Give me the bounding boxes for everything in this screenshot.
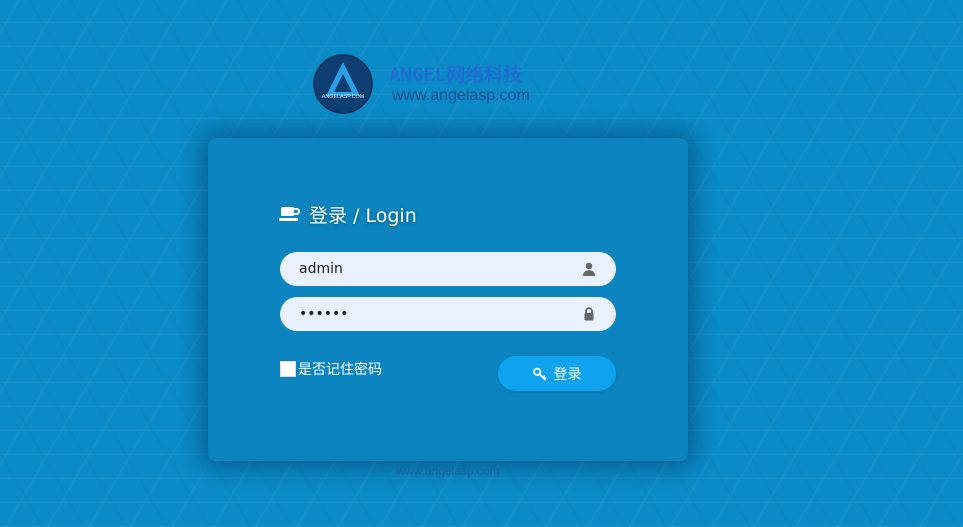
brand-title: ANGEL网络科技 — [389, 64, 523, 86]
remember-label: 是否记住密码 — [298, 362, 382, 378]
lock-icon — [584, 307, 594, 321]
angel-logo-icon: ANGELASP.COM — [313, 54, 373, 114]
key-icon — [532, 367, 547, 381]
username-field — [280, 252, 616, 286]
user-icon — [583, 262, 595, 276]
remember-password[interactable]: 是否记住密码 — [280, 359, 382, 379]
login-heading: 登录 / Login — [279, 202, 417, 227]
login-panel: 登录 / Login 是否记住密码 登录 — [208, 138, 688, 461]
brand-url: www.angelasp.com — [392, 87, 530, 104]
login-button[interactable]: 登录 — [498, 356, 616, 391]
username-input[interactable] — [299, 252, 569, 286]
login-heading-text: 登录 / Login — [309, 204, 417, 227]
password-input[interactable] — [299, 297, 569, 331]
remember-checkbox[interactable] — [280, 361, 296, 377]
login-button-label: 登录 — [553, 366, 582, 383]
password-field — [280, 297, 616, 331]
coffee-cup-icon — [279, 207, 300, 221]
footer-url[interactable]: www.angelasp.com — [208, 464, 688, 478]
brand-logo: ANGELASP.COM ANGEL网络科技 www.angelasp.com — [313, 54, 573, 116]
emblem-text: ANGELASP.COM — [322, 94, 365, 100]
